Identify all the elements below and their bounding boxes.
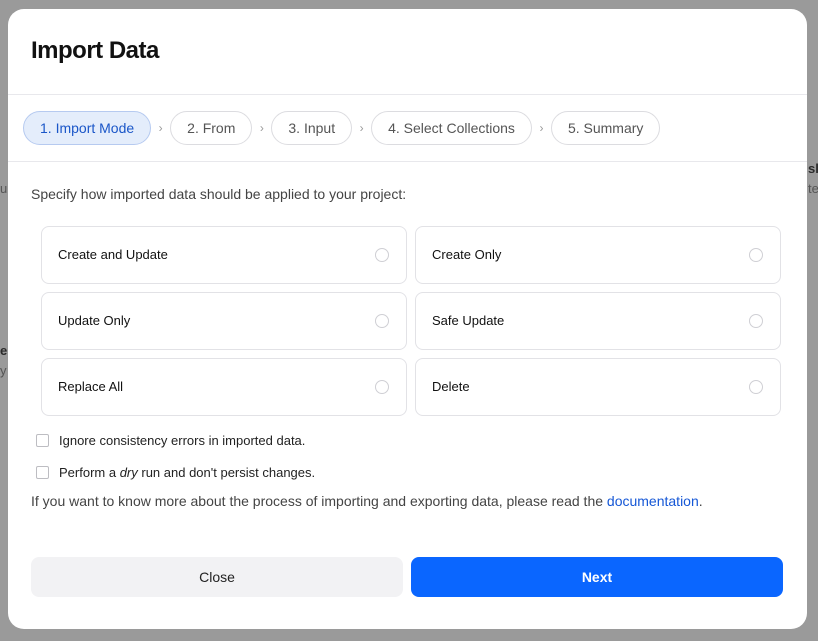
- radio-button[interactable]: [375, 380, 389, 394]
- dry-run-checkbox[interactable]: [36, 466, 49, 479]
- step-from[interactable]: 2. From: [170, 111, 253, 145]
- option-label: Replace All: [58, 379, 124, 394]
- backdrop-text: y: [0, 363, 7, 378]
- option-label: Delete: [432, 379, 470, 394]
- backdrop-text: sl: [808, 161, 818, 176]
- info-text-end: .: [698, 493, 703, 509]
- option-label: Safe Update: [432, 313, 505, 328]
- backdrop-text: te: [808, 181, 818, 196]
- step-import-mode[interactable]: 1. Import Mode: [23, 111, 152, 145]
- chevron-right-icon: ›: [158, 121, 163, 135]
- radio-button[interactable]: [749, 314, 763, 328]
- info-text: If you want to know more about the proce…: [31, 493, 703, 509]
- option-update-only[interactable]: Update Only: [41, 292, 407, 350]
- option-create-only[interactable]: Create Only: [415, 226, 781, 284]
- option-create-and-update[interactable]: Create and Update: [41, 226, 407, 284]
- radio-button[interactable]: [749, 248, 763, 262]
- ignore-errors-checkbox[interactable]: [36, 434, 49, 447]
- step-input[interactable]: 3. Input: [271, 111, 353, 145]
- modal-title: Import Data: [31, 37, 159, 64]
- dry-run-row: Perform a dry run and don't persist chan…: [36, 465, 315, 480]
- radio-button[interactable]: [375, 314, 389, 328]
- info-text-body: If you want to know more about the proce…: [31, 493, 607, 509]
- documentation-link[interactable]: documentation: [607, 493, 699, 509]
- stepper-divider: [8, 161, 807, 162]
- chevron-right-icon: ›: [359, 121, 364, 135]
- option-label: Create Only: [432, 247, 502, 262]
- option-replace-all[interactable]: Replace All: [41, 358, 407, 416]
- chevron-right-icon: ›: [539, 121, 544, 135]
- close-button[interactable]: Close: [31, 557, 403, 597]
- option-delete[interactable]: Delete: [415, 358, 781, 416]
- radio-button[interactable]: [749, 380, 763, 394]
- next-button[interactable]: Next: [411, 557, 783, 597]
- stepper: 1. Import Mode › 2. From › 3. Input › 4.…: [23, 111, 661, 145]
- dry-run-label[interactable]: Perform a dry run and don't persist chan…: [59, 465, 315, 480]
- option-safe-update[interactable]: Safe Update: [415, 292, 781, 350]
- option-label: Create and Update: [58, 247, 168, 262]
- dry-run-label-end: run and don't persist changes.: [137, 465, 316, 480]
- dry-run-label-emphasis: dry: [119, 465, 138, 480]
- radio-button[interactable]: [375, 248, 389, 262]
- chevron-right-icon: ›: [259, 121, 264, 135]
- step-select-collections[interactable]: 4. Select Collections: [371, 111, 532, 145]
- header-divider: [8, 94, 807, 95]
- step-summary[interactable]: 5. Summary: [550, 111, 661, 145]
- ignore-errors-label[interactable]: Ignore consistency errors in imported da…: [59, 433, 305, 448]
- option-label: Update Only: [58, 313, 131, 328]
- import-data-modal: Import Data 1. Import Mode › 2. From › 3…: [8, 9, 807, 629]
- ignore-errors-row: Ignore consistency errors in imported da…: [36, 433, 305, 448]
- import-mode-prompt: Specify how imported data should be appl…: [31, 186, 407, 202]
- backdrop-text: e: [0, 343, 8, 358]
- dry-run-label-start: Perform a: [59, 465, 120, 480]
